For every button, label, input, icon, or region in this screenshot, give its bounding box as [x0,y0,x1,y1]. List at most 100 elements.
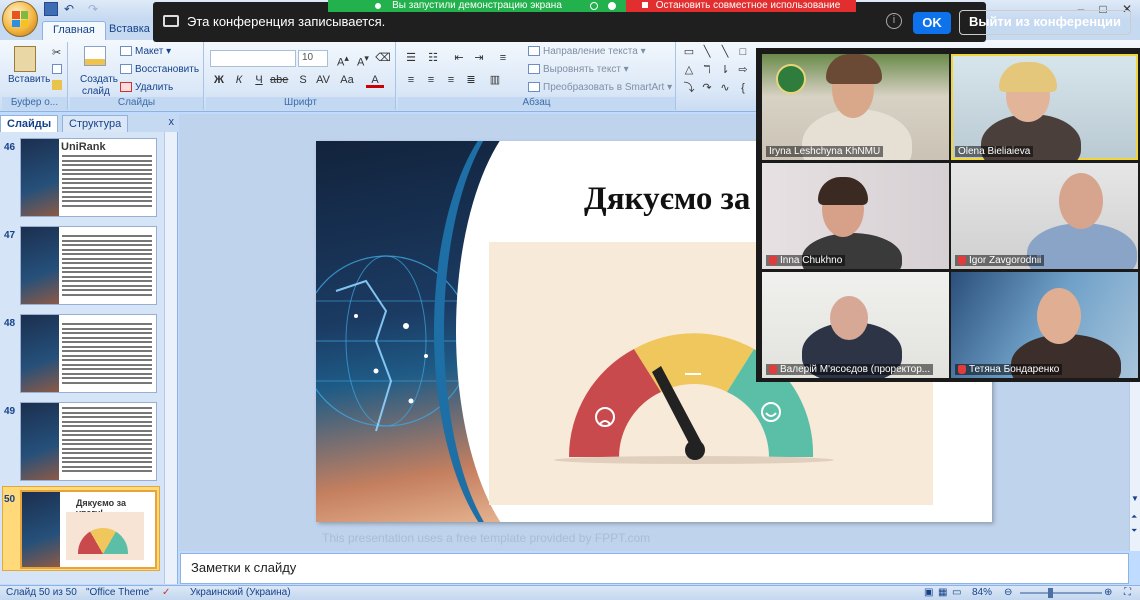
new-slide-button[interactable]: Создать [80,74,118,85]
participant-tile[interactable]: Валерій М'ясоєдов (проректор... [762,272,949,378]
prev-slide-icon[interactable]: ⏶ [1131,512,1137,522]
arrow-shape-icon[interactable]: ⇨ [736,64,750,76]
justify-icon[interactable]: ≣ [462,72,480,88]
triangle-shape-icon[interactable]: △ [682,64,696,76]
ok-button[interactable]: OK [913,12,951,34]
line2-shape-icon[interactable]: ╲ [718,46,732,58]
leave-meeting-button[interactable]: Выйти из конференции [959,10,1131,35]
line-spacing-icon[interactable]: ≡ [494,50,512,66]
indent-more-icon[interactable]: ⇥ [470,50,488,66]
tab-slides[interactable]: Слайды [0,115,59,132]
slide-thumbnail[interactable] [20,402,157,481]
rect-shape-icon[interactable]: □ [736,46,750,58]
slideshow-view-icon[interactable]: ▭ [952,587,961,598]
paste-button[interactable]: Вставить [8,74,50,85]
tab-outline[interactable]: Структура [62,115,129,132]
language[interactable]: Украинский (Украина) [190,587,291,598]
info-icon[interactable]: i [886,13,902,29]
redo-icon[interactable]: ↷ [88,2,102,16]
thumb-art [21,315,59,392]
curve-shape-icon[interactable]: ⤵ [682,82,696,94]
grow-font-icon[interactable]: A▴ [334,50,352,69]
delete-label: Удалить [135,82,174,93]
new-slide-button-label2: слайд [82,86,110,97]
font-name-select[interactable] [210,50,296,67]
zoom-level[interactable]: 84% [972,587,992,598]
slide-title[interactable]: Дякуємо за [584,181,750,218]
thumb-number: 49 [4,406,16,417]
align-left-icon[interactable]: ≡ [402,72,420,88]
align-text-button[interactable]: Выровнять текст ▾ [528,64,629,75]
panel-tabs: Слайды Структура x [0,114,178,132]
panel-scrollbar[interactable] [164,132,177,584]
freeform-shape-icon[interactable]: ∿ [718,82,732,94]
reset-icon [120,64,132,75]
sorter-view-icon[interactable]: ▦ [938,587,947,598]
spacing-icon[interactable]: AV [314,72,332,88]
connector-shape-icon[interactable]: ℸ [700,64,714,76]
connector2-shape-icon[interactable]: ⇂ [718,64,732,76]
indent-less-icon[interactable]: ⇤ [450,50,468,66]
align-center-icon[interactable]: ≡ [422,72,440,88]
slide-thumbnail[interactable] [20,314,157,393]
zoom-slider[interactable] [1020,592,1102,594]
zoom-thumb[interactable] [1048,588,1053,598]
stop-share-button[interactable]: Остановить совместное использование [626,0,856,12]
participant-tile[interactable]: Igor Zavgorodnii [951,163,1138,269]
participant-tile-active-speaker[interactable]: Olena Bieliaieva [951,54,1138,160]
textbox-shape-icon[interactable]: ▭ [682,46,696,58]
curve2-shape-icon[interactable]: ↷ [700,82,714,94]
next-slide-icon[interactable]: ⏷ [1131,526,1137,536]
participant-tile[interactable]: Тетяна Бондаренко [951,272,1138,378]
format-painter-icon[interactable] [52,80,62,90]
reset-button[interactable]: Восстановить [120,64,199,75]
line-shape-icon[interactable]: ╲ [700,46,714,58]
zoom-out-icon[interactable]: ⊖ [1004,587,1012,598]
shadow-icon[interactable]: S [294,72,312,88]
slide-thumbnail-selected[interactable]: Дякуємо за увагу! [20,490,157,569]
new-slide-icon[interactable] [84,46,106,66]
layout-button[interactable]: Макет ▾ [120,46,171,57]
scroll-down-icon[interactable]: ▼ [1131,494,1139,503]
smartart-button[interactable]: Преобразовать в SmartArt ▾ [528,82,672,93]
thumb-text [62,155,152,209]
bullets-icon[interactable]: ☰ [402,50,420,66]
shrink-font-icon[interactable]: A▾ [354,50,372,69]
text-direction-button[interactable]: Направление текста ▾ [528,46,646,57]
undo-icon[interactable]: ↶ [64,2,78,16]
font-color-icon[interactable]: A [366,72,384,88]
slide-thumbnail[interactable] [20,226,157,305]
save-icon[interactable] [44,2,58,16]
normal-view-icon[interactable]: ▣ [924,587,933,598]
delete-button[interactable]: Удалить [120,82,173,93]
case-icon[interactable]: Aa [338,72,356,88]
fit-slide-icon[interactable]: ⛶ [1124,587,1131,598]
spellcheck-icon[interactable]: ✓ [162,587,170,598]
numbering-icon[interactable]: ☷ [424,50,442,66]
tab-home[interactable]: Главная [42,21,106,40]
paste-icon[interactable] [14,46,36,72]
copy-icon[interactable] [52,64,62,74]
participant-tile[interactable]: Iryna Leshchyna KhNMU [762,54,949,160]
tab-insert[interactable]: Вставка [99,21,160,40]
font-size-select[interactable]: 10 [298,50,328,67]
participant-name: Inna Chukhno [766,255,846,266]
bold-icon[interactable]: Ж [210,72,228,88]
clear-format-icon[interactable]: ⌫ [374,50,392,66]
notes-pane[interactable]: Заметки к слайду [180,553,1129,584]
brace-shape-icon[interactable]: { [736,82,750,94]
office-button[interactable] [2,1,38,37]
participant-name-text: Валерій М'ясоєдов (проректор... [780,364,931,375]
strike-icon[interactable]: abe [270,72,288,88]
participant-tile[interactable]: Inna Chukhno [762,163,949,269]
italic-icon[interactable]: К [230,72,248,88]
share-banner-text: Вы запустили демонстрацию экрана [392,0,562,11]
columns-icon[interactable]: ▥ [486,72,504,88]
slide-thumbnail[interactable]: UniRank [20,138,157,217]
underline-icon[interactable]: Ч [250,72,268,88]
pause-share-icon[interactable] [590,2,598,10]
cut-icon[interactable]: ✂ [52,46,61,59]
align-right-icon[interactable]: ≡ [442,72,460,88]
close-panel-icon[interactable]: x [169,116,175,128]
zoom-in-icon[interactable]: ⊕ [1104,587,1112,598]
